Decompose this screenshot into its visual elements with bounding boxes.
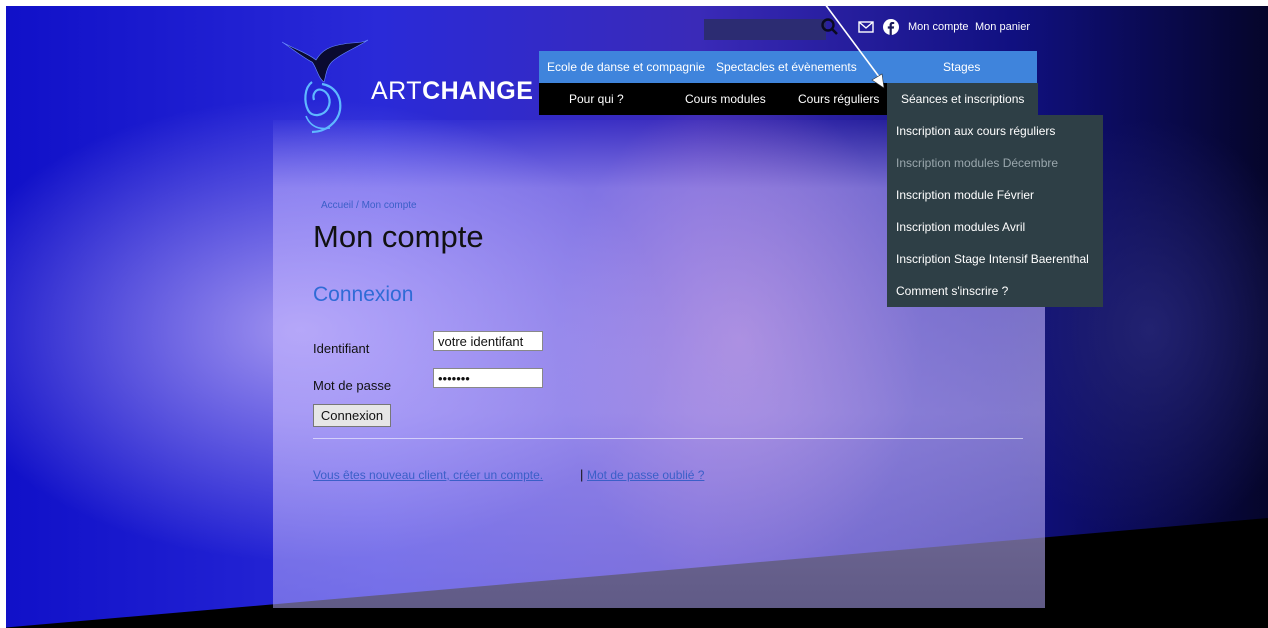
brand-name[interactable]: ARTCHANGE — [371, 77, 533, 106]
account-link[interactable]: Mon compte — [908, 21, 969, 33]
username-field[interactable] — [433, 331, 543, 351]
search-input[interactable] — [704, 19, 826, 40]
menu-item-april-modules[interactable]: Inscription modules Avril — [896, 220, 1025, 234]
subnav-item-regular-courses[interactable]: Cours réguliers — [798, 92, 879, 106]
password-field[interactable] — [433, 368, 543, 388]
main-navigation: Ecole de danse et compagnie Spectacles e… — [539, 51, 1037, 83]
subnav-item-sessions[interactable]: Séances et inscriptions — [887, 83, 1039, 115]
username-label: Identifiant — [313, 341, 370, 356]
mail-icon[interactable] — [858, 21, 874, 33]
nav-item-stages[interactable]: Stages — [943, 60, 980, 74]
sessions-dropdown-menu: Inscription aux cours réguliers Inscript… — [887, 115, 1103, 307]
nav-item-school[interactable]: Ecole de danse et compagnie — [547, 60, 705, 74]
login-submit-button[interactable]: Connexion — [313, 404, 391, 427]
left-white-strip — [0, 0, 6, 628]
menu-item-baerenthal-stage[interactable]: Inscription Stage Intensif Baerenthal — [896, 252, 1089, 266]
menu-item-regular-registration[interactable]: Inscription aux cours réguliers — [896, 124, 1055, 138]
breadcrumb: Accueil / Mon compte — [321, 200, 417, 211]
password-label: Mot de passe — [313, 378, 392, 393]
form-divider — [313, 438, 1023, 439]
breadcrumb-current: Mon compte — [361, 200, 417, 211]
menu-item-how-to-register[interactable]: Comment s'inscrire ? — [896, 284, 1008, 298]
login-section-title: Connexion — [313, 283, 414, 306]
menu-item-february-module[interactable]: Inscription module Février — [896, 188, 1034, 202]
page-title: Mon compte — [313, 219, 484, 254]
breadcrumb-home[interactable]: Accueil — [321, 200, 353, 211]
nav-item-shows[interactable]: Spectacles et évènements — [716, 60, 857, 74]
search-icon[interactable] — [820, 17, 840, 37]
subnav-item-module-courses[interactable]: Cours modules — [685, 92, 766, 106]
breadcrumb-separator: / — [356, 200, 359, 211]
menu-item-december-modules[interactable]: Inscription modules Décembre — [896, 156, 1058, 170]
facebook-icon[interactable] — [883, 19, 899, 35]
sub-navigation: Pour qui ? Cours modules Cours réguliers… — [539, 83, 1039, 115]
cart-link[interactable]: Mon panier — [975, 21, 1030, 33]
subnav-item-for-whom[interactable]: Pour qui ? — [569, 92, 624, 106]
create-account-link[interactable]: Vous êtes nouveau client, créer un compt… — [313, 468, 543, 482]
forgot-password-link[interactable]: Mot de passe oublié ? — [587, 468, 704, 482]
top-white-strip — [0, 0, 1268, 6]
links-separator: | — [580, 467, 584, 482]
artchange-logo-icon[interactable] — [282, 36, 368, 136]
